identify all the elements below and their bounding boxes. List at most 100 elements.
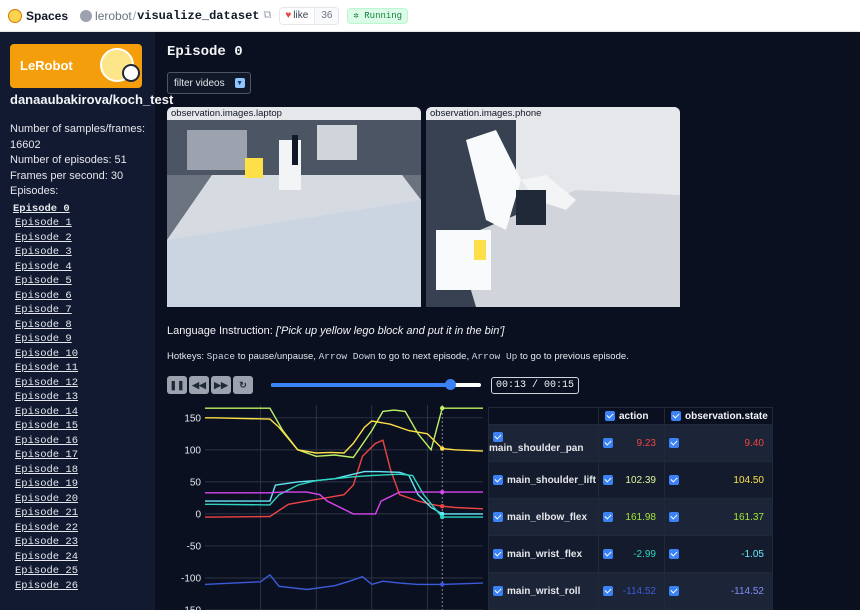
like-count: 36 (314, 7, 339, 24)
video-laptop[interactable]: observation.images.laptop (167, 107, 421, 307)
row-name-cell: main_wrist_flex (488, 535, 599, 573)
episode-link[interactable]: Episode 5 (10, 274, 155, 289)
hf-logo-icon[interactable] (8, 8, 22, 23)
state-header-label: observation.state (685, 410, 768, 422)
action-row-checkbox[interactable] (603, 511, 613, 522)
action-row-checkbox[interactable] (603, 548, 613, 559)
episode-link[interactable]: Episode 23 (10, 535, 155, 550)
cursor-point-0 (440, 406, 445, 411)
state-row-checkbox[interactable] (669, 548, 679, 559)
rewind-icon: ◀◀ (192, 379, 206, 390)
state-row-checkbox[interactable] (669, 511, 679, 522)
joint-chart[interactable]: 150 100 50 0 -50 -100 -150 (167, 405, 483, 610)
cursor-point-2 (440, 504, 445, 509)
episode-link[interactable]: Episode 15 (10, 419, 155, 434)
video-label: observation.images.laptop (167, 107, 421, 120)
episode-link[interactable]: Episode 25 (10, 564, 155, 579)
state-value: -114.52 (730, 585, 764, 597)
state-row-checkbox[interactable] (669, 474, 679, 485)
episode-link[interactable]: Episode 6 (10, 289, 155, 304)
lerobot-logo[interactable]: LeRobot (10, 44, 142, 88)
state-value: 104.50 (733, 474, 764, 486)
cursor-point-4 (440, 514, 445, 520)
filter-videos-dropdown[interactable]: filter videos ▼ (167, 72, 251, 94)
video-phone[interactable]: observation.images.phone (426, 107, 680, 307)
hotkey-space: Space (206, 351, 236, 362)
robot-head-icon (122, 64, 140, 82)
action-value: -2.99 (633, 548, 656, 560)
chevron-down-icon: ▼ (234, 78, 245, 88)
y-tick-label: 100 (184, 445, 201, 456)
replay-button[interactable]: ↻ (233, 376, 253, 394)
episode-link[interactable]: Episode 0 (10, 202, 155, 217)
episodes-stat: Number of episodes: 51 (10, 154, 127, 166)
heart-icon: ♥ (285, 10, 292, 21)
cursor-point-5 (440, 489, 445, 495)
row-checkbox[interactable] (493, 432, 503, 443)
episode-link[interactable]: Episode 26 (10, 579, 155, 594)
row-checkbox[interactable] (493, 474, 503, 485)
episode-list: Episode 0 Episode 1 Episode 2 Episode 3 Epis… (10, 202, 155, 594)
episode-link[interactable]: Episode 4 (10, 260, 155, 275)
episode-link[interactable]: Episode 22 (10, 521, 155, 536)
replay-icon: ↻ (239, 379, 247, 390)
action-cell: -2.99 (598, 535, 665, 573)
row-checkbox[interactable] (493, 585, 503, 596)
state-cell: -1.05 (664, 535, 773, 573)
path-separator: / (132, 8, 137, 23)
language-label: Language Instruction: (167, 325, 276, 337)
episode-link[interactable]: Episode 14 (10, 405, 155, 420)
episode-link[interactable]: Episode 17 (10, 448, 155, 463)
row-name: main_elbow_flex (507, 511, 588, 523)
progress-slider[interactable] (271, 379, 481, 390)
owner-link[interactable]: lerobot (95, 9, 132, 23)
dataset-stats: Number of samples/frames: 16602 Number o… (10, 122, 150, 200)
state-row-checkbox[interactable] (669, 437, 679, 448)
episode-link[interactable]: Episode 11 (10, 361, 155, 376)
episode-link[interactable]: Episode 20 (10, 492, 155, 507)
episode-link[interactable]: Episode 7 (10, 303, 155, 318)
action-row-checkbox[interactable] (603, 585, 613, 596)
action-checkbox[interactable] (605, 410, 615, 421)
row-checkbox[interactable] (493, 548, 503, 559)
action-value: -114.52 (622, 585, 656, 597)
action-row-checkbox[interactable] (603, 474, 613, 485)
pause-button[interactable]: ❚❚ (167, 376, 187, 394)
state-checkbox[interactable] (671, 410, 681, 421)
state-row-checkbox[interactable] (669, 585, 679, 596)
episode-link[interactable]: Episode 13 (10, 390, 155, 405)
episode-link[interactable]: Episode 1 (10, 216, 155, 231)
episode-link[interactable]: Episode 18 (10, 463, 155, 478)
table-row: main_elbow_flex 161.98 161.37 (488, 498, 773, 536)
hotkey-arrow-up: Arrow Up (471, 351, 518, 362)
episode-link[interactable]: Episode 21 (10, 506, 155, 521)
row-name: main_wrist_flex (507, 548, 583, 560)
episode-link[interactable]: Episode 12 (10, 376, 155, 391)
action-header: action (598, 407, 665, 425)
rewind-button[interactable]: ◀◀ (189, 376, 209, 394)
top-bar: Spaces lerobot / visualize_dataset ⧉ ♥ l… (0, 0, 860, 32)
episode-link[interactable]: Episode 10 (10, 347, 155, 362)
table-row: main_shoulder_lift 102.39 104.50 (488, 461, 773, 499)
copy-icon[interactable]: ⧉ (264, 9, 272, 22)
pause-icon: ❚❚ (169, 379, 185, 390)
fast-forward-button[interactable]: ▶▶ (211, 376, 231, 394)
fast-forward-icon: ▶▶ (214, 379, 228, 390)
owner-avatar (80, 9, 93, 22)
progress-thumb[interactable] (444, 379, 456, 390)
like-button[interactable]: ♥ like 36 (279, 6, 340, 25)
episode-link[interactable]: Episode 24 (10, 550, 155, 565)
repo-link[interactable]: visualize_dataset (137, 9, 259, 23)
spaces-link[interactable]: Spaces (26, 9, 68, 23)
row-checkbox[interactable] (493, 511, 503, 522)
episode-link[interactable]: Episode 9 (10, 332, 155, 347)
main-content: Episode 0 filter videos ▼ observation.im… (167, 32, 860, 610)
sidebar: LeRobot danaaubakirova/koch_test Number … (0, 32, 173, 610)
episode-link[interactable]: Episode 16 (10, 434, 155, 449)
episode-link[interactable]: Episode 8 (10, 318, 155, 333)
episode-link[interactable]: Episode 3 (10, 245, 155, 260)
episode-link[interactable]: Episode 2 (10, 231, 155, 246)
action-row-checkbox[interactable] (603, 437, 613, 448)
episode-link[interactable]: Episode 19 (10, 477, 155, 492)
table-header-row: action observation.state (488, 407, 773, 425)
